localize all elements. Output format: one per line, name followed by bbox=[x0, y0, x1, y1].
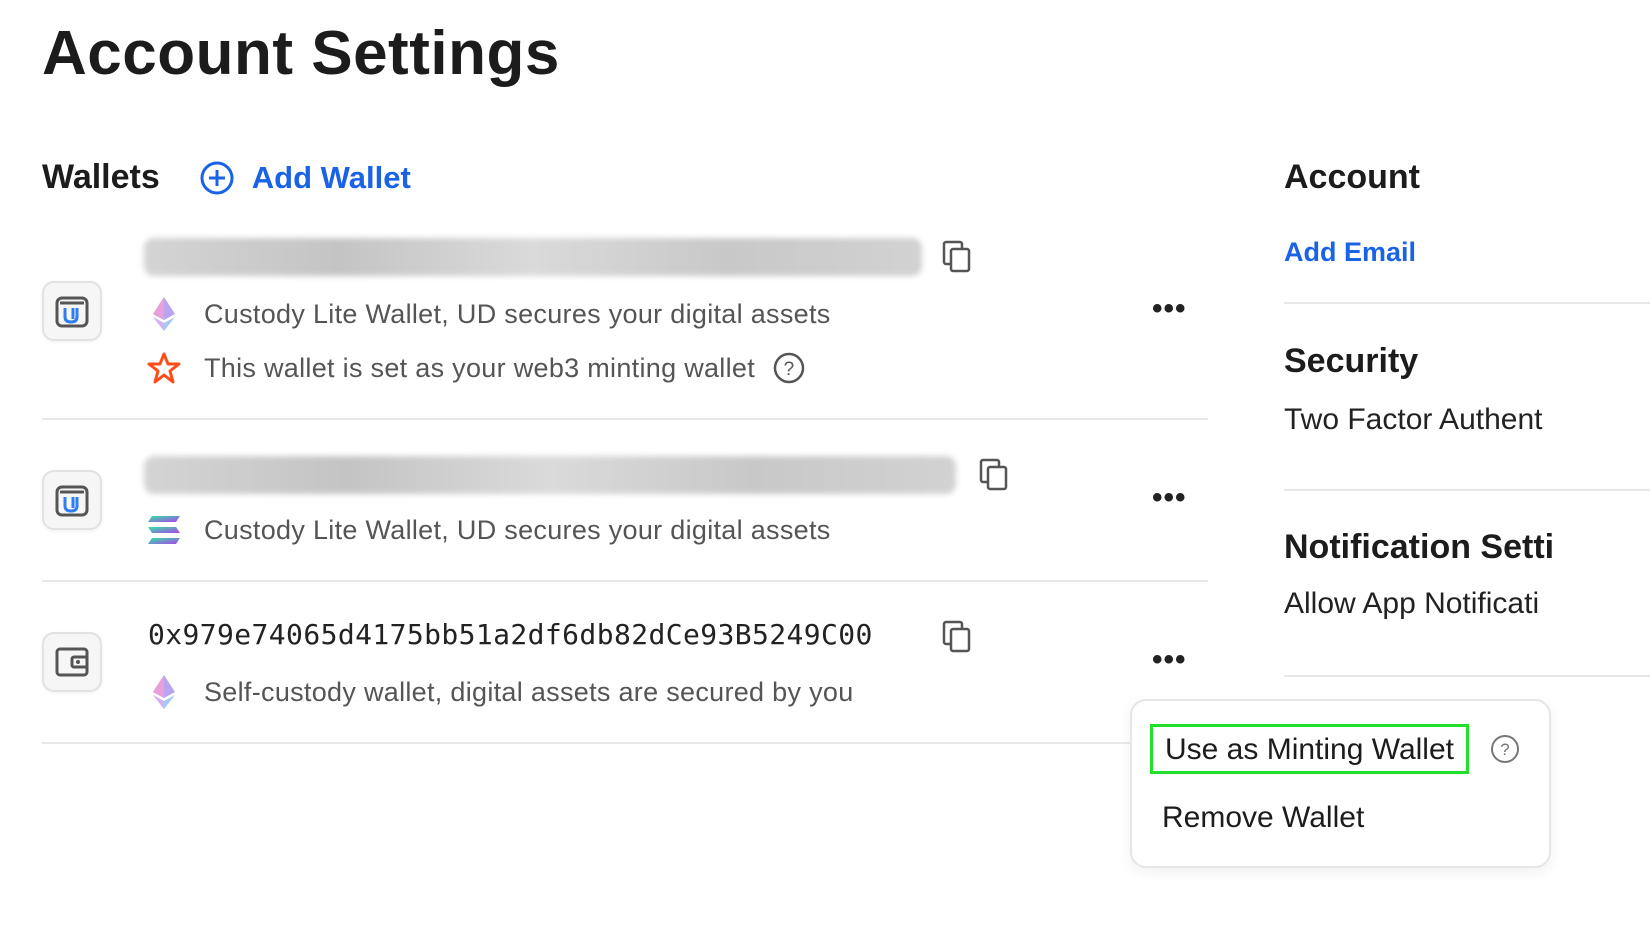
allow-notifications-link[interactable]: Allow App Notificati bbox=[1284, 587, 1650, 621]
wallets-title: Wallets bbox=[42, 158, 160, 196]
wallet-type-line: Custody Lite Wallet, UD secures your dig… bbox=[144, 294, 831, 334]
ethereum-icon bbox=[144, 672, 184, 712]
wallet-type-text: Custody Lite Wallet, UD secures your dig… bbox=[204, 514, 831, 545]
minting-status-line: This wallet is set as your web3 minting … bbox=[144, 348, 805, 388]
wallet-type-text: Custody Lite Wallet, UD secures your dig… bbox=[204, 298, 831, 329]
ud-wallet-icon bbox=[42, 281, 102, 341]
account-title: Account bbox=[1284, 158, 1420, 196]
more-options-button[interactable]: ••• bbox=[1152, 481, 1187, 515]
two-factor-link[interactable]: Two Factor Authent bbox=[1284, 403, 1650, 437]
copy-icon[interactable] bbox=[942, 620, 972, 659]
ethereum-icon bbox=[144, 294, 184, 334]
add-wallet-label: Add Wallet bbox=[251, 159, 411, 195]
wallets-header: Wallets Add Wallet bbox=[42, 158, 411, 197]
wallet-row: Custody Lite Wallet, UD secures your dig… bbox=[42, 420, 1208, 582]
notifications-title: Notification Setti bbox=[1284, 528, 1555, 566]
account-section: Account Add Email bbox=[1284, 158, 1650, 268]
wallet-options-menu: Use as Minting Wallet ? Remove Wallet bbox=[1130, 699, 1551, 868]
page-title: Account Settings bbox=[42, 19, 560, 88]
use-as-minting-wallet-option[interactable]: Use as Minting Wallet bbox=[1150, 724, 1469, 774]
minting-status-text: This wallet is set as your web3 minting … bbox=[204, 352, 756, 383]
wallet-row: Custody Lite Wallet, UD secures your dig… bbox=[42, 232, 1208, 420]
wallet-address-blurred bbox=[144, 456, 956, 494]
divider bbox=[1284, 675, 1650, 677]
solana-icon bbox=[144, 510, 184, 550]
help-icon[interactable]: ? bbox=[773, 352, 805, 384]
copy-icon[interactable] bbox=[942, 240, 972, 279]
wallet-address-blurred bbox=[144, 238, 922, 276]
star-icon bbox=[144, 348, 184, 388]
remove-wallet-option[interactable]: Remove Wallet bbox=[1162, 801, 1364, 835]
wallet-icon bbox=[42, 632, 102, 692]
wallet-address: 0x979e74065d4175bb51a2df6db82dCe93B5249C… bbox=[148, 618, 873, 651]
more-options-button[interactable]: ••• bbox=[1152, 643, 1187, 677]
copy-icon[interactable] bbox=[979, 458, 1009, 497]
wallet-type-line: Custody Lite Wallet, UD secures your dig… bbox=[144, 510, 831, 550]
help-icon[interactable]: ? bbox=[1490, 734, 1520, 769]
divider bbox=[1284, 302, 1650, 304]
notifications-section: Notification Setti Allow App Notificati bbox=[1284, 528, 1650, 621]
add-circle-icon bbox=[200, 161, 234, 194]
add-wallet-button[interactable]: Add Wallet bbox=[200, 160, 411, 196]
more-options-button[interactable]: ••• bbox=[1152, 292, 1187, 326]
add-email-link[interactable]: Add Email bbox=[1284, 237, 1650, 268]
security-section: Security Two Factor Authent bbox=[1284, 342, 1650, 437]
security-title: Security bbox=[1284, 342, 1419, 380]
divider bbox=[1284, 489, 1650, 491]
wallet-row: 0x979e74065d4175bb51a2df6db82dCe93B5249C… bbox=[42, 582, 1208, 744]
svg-text:?: ? bbox=[784, 359, 795, 380]
wallet-type-line: Self-custody wallet, digital assets are … bbox=[144, 672, 854, 712]
ud-wallet-icon bbox=[42, 470, 102, 530]
wallet-type-text: Self-custody wallet, digital assets are … bbox=[204, 676, 854, 707]
svg-text:?: ? bbox=[1500, 740, 1509, 759]
